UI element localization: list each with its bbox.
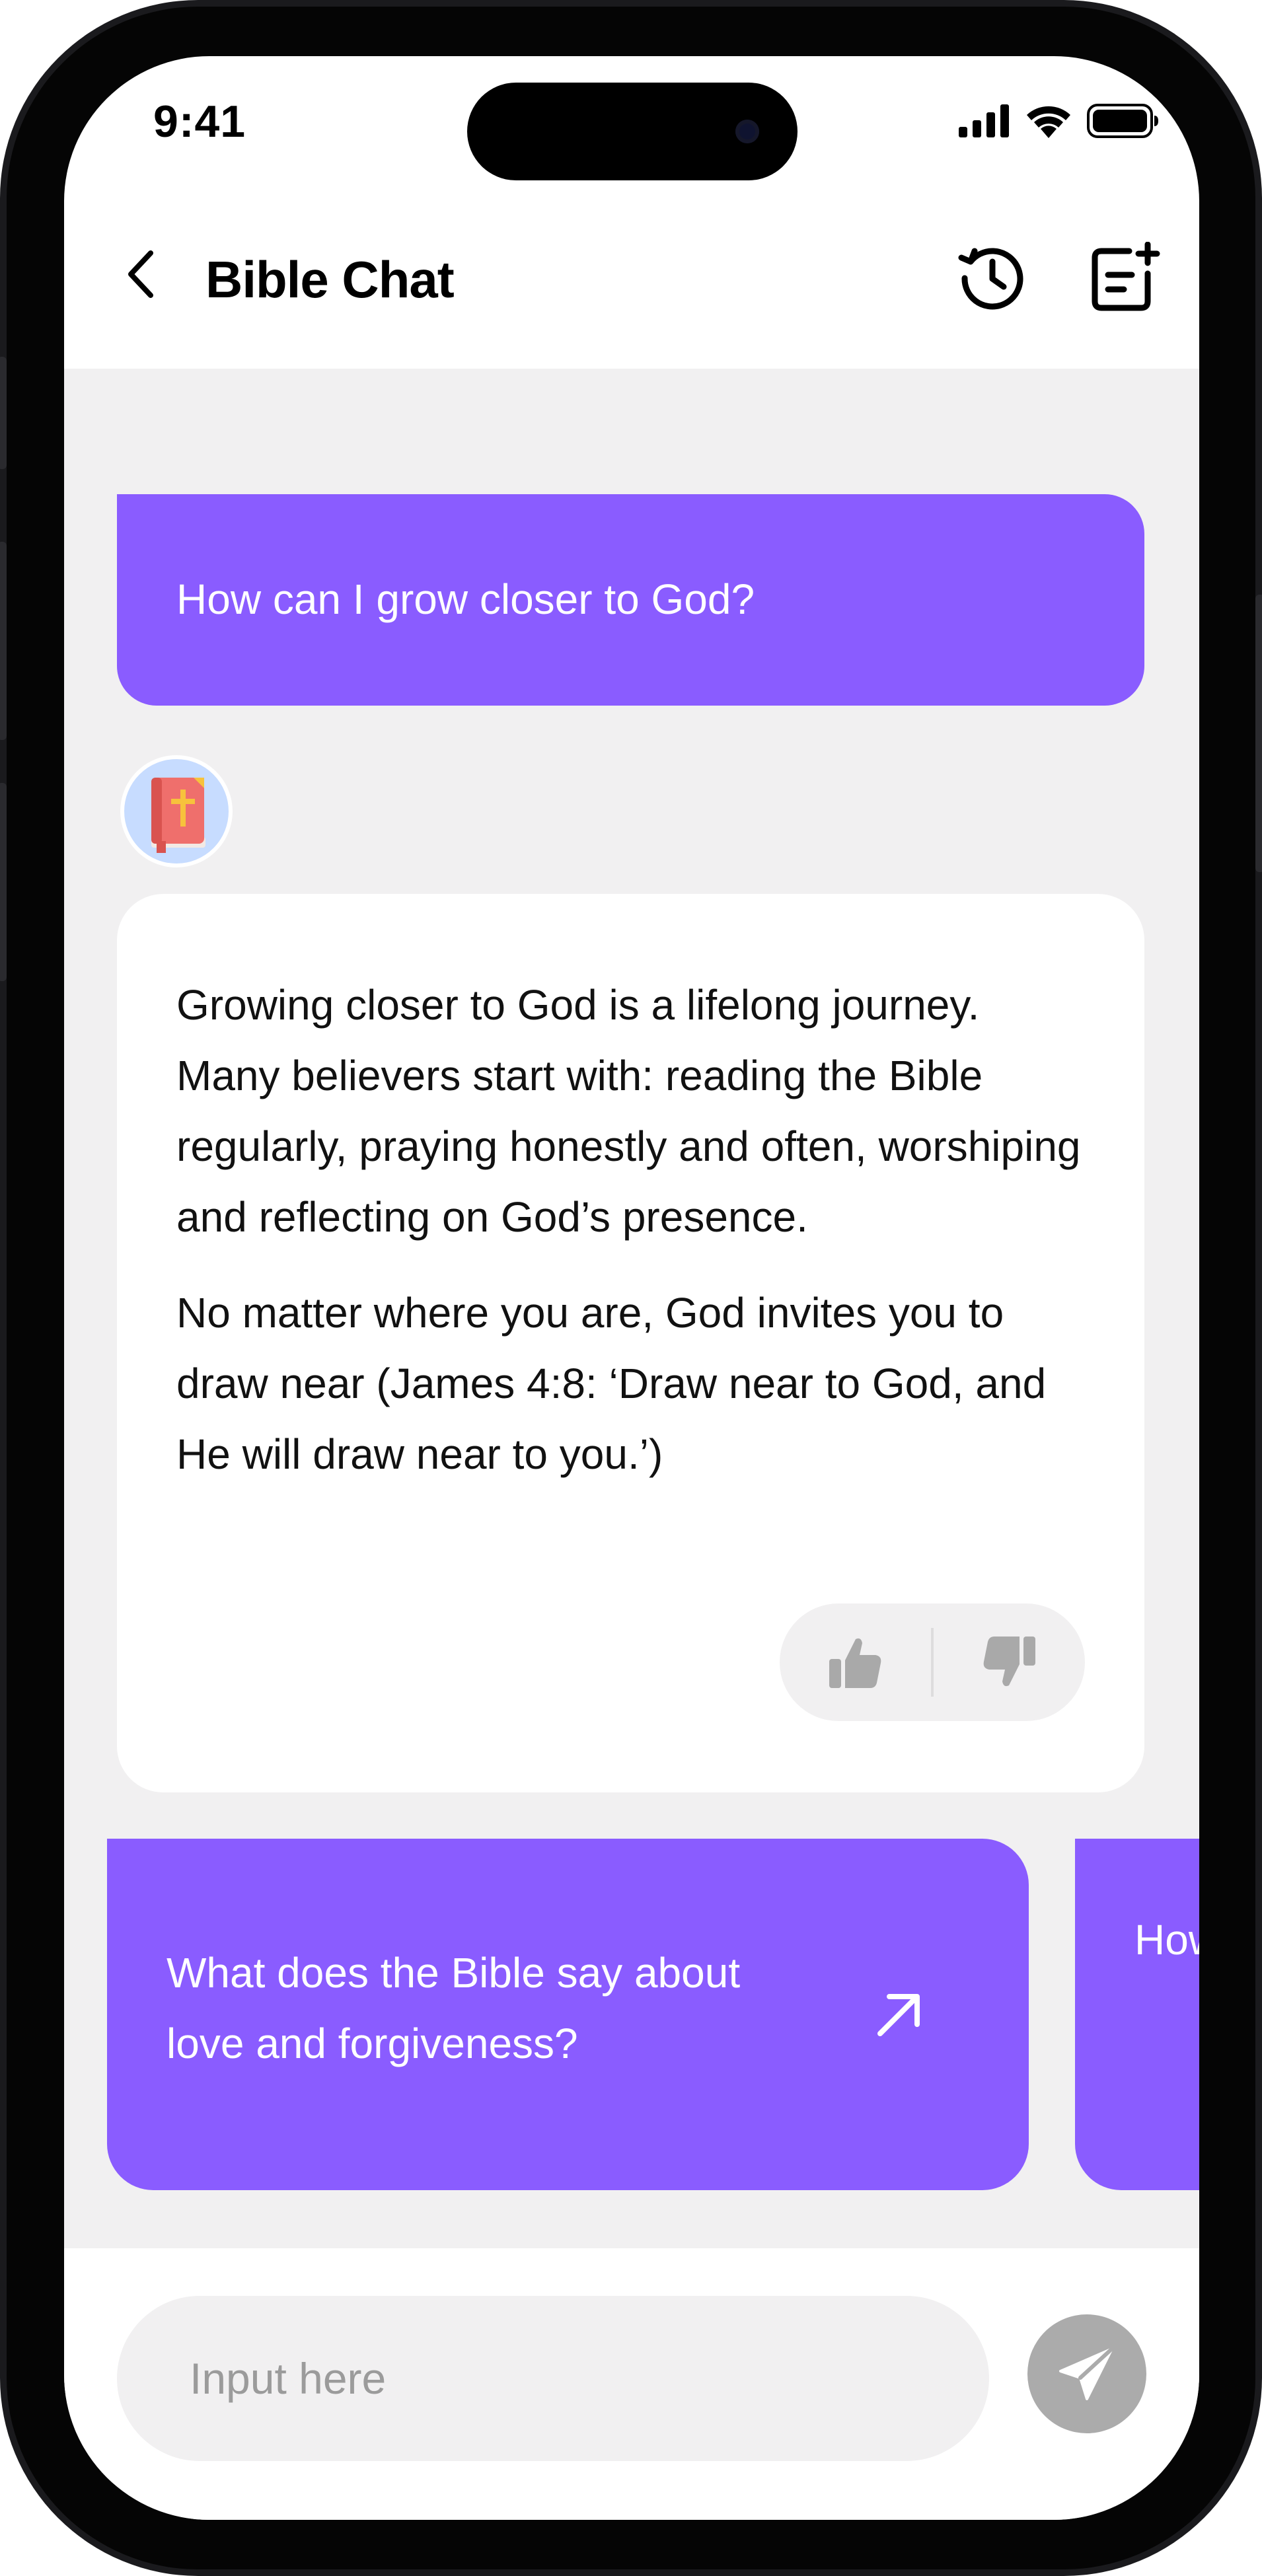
- arrow-up-right-icon: [877, 1994, 920, 2036]
- app-screen: 9:41 Bible Chat How can I grow closer to…: [64, 56, 1199, 2520]
- history-button[interactable]: [953, 239, 1032, 318]
- user-message-text: How can I grow closer to God?: [176, 575, 755, 624]
- message-input[interactable]: [117, 2296, 989, 2461]
- cellular-signal-icon: [959, 104, 1009, 137]
- dislike-button[interactable]: [960, 1613, 1059, 1712]
- thumbs-up-icon: [829, 1638, 881, 1688]
- app-header: Bible Chat: [64, 200, 1199, 369]
- page-title: Bible Chat: [205, 250, 455, 309]
- suggestion-card[interactable]: What does the Bible say about love and f…: [107, 1839, 1029, 2190]
- bot-avatar: [120, 755, 233, 867]
- suggestion-arrow: [869, 1984, 930, 2045]
- suggestion-text: What does the Bible say about love and f…: [167, 1949, 741, 2067]
- send-button[interactable]: [1027, 2314, 1146, 2433]
- chevron-left-icon: [128, 250, 153, 298]
- back-button[interactable]: [117, 241, 163, 307]
- bot-message-bubble: Growing closer to God is a lifelong jour…: [117, 894, 1144, 1792]
- new-chat-button[interactable]: [1085, 239, 1164, 318]
- dynamic-island: [467, 83, 798, 180]
- new-chat-icon: [1092, 242, 1160, 311]
- history-clock-icon: [958, 248, 1023, 310]
- chat-area[interactable]: How can I grow closer to God? Growing cl…: [64, 369, 1199, 2248]
- feedback-divider: [931, 1628, 934, 1697]
- holy-bible-book-icon: [151, 778, 205, 853]
- user-message-bubble: How can I grow closer to God?: [117, 494, 1144, 706]
- feedback-pill: [780, 1603, 1085, 1721]
- suggestion-text: How "We Gos: [1134, 1916, 1199, 1964]
- input-bar: [64, 2248, 1199, 2520]
- suggestion-card[interactable]: How "We Gos: [1075, 1839, 1199, 2190]
- thumbs-down-icon: [983, 1637, 1035, 1687]
- front-camera: [735, 120, 759, 143]
- action-button: [0, 357, 7, 469]
- wifi-icon: [1027, 106, 1070, 138]
- volume-down-button: [0, 783, 7, 981]
- volume-up-button: [0, 542, 7, 740]
- power-button: [1255, 595, 1262, 872]
- paper-plane-icon: [1059, 2347, 1114, 2400]
- status-time: 9:41: [153, 96, 246, 147]
- bot-message-paragraph: Growing closer to God is a lifelong jour…: [176, 981, 1081, 1241]
- battery-icon: [1087, 104, 1158, 138]
- status-icons: [959, 104, 1160, 138]
- like-button[interactable]: [805, 1613, 905, 1712]
- bot-message-paragraph: No matter where you are, God invites you…: [176, 1289, 1047, 1478]
- phone-frame: 9:41 Bible Chat How can I grow closer to…: [0, 0, 1262, 2576]
